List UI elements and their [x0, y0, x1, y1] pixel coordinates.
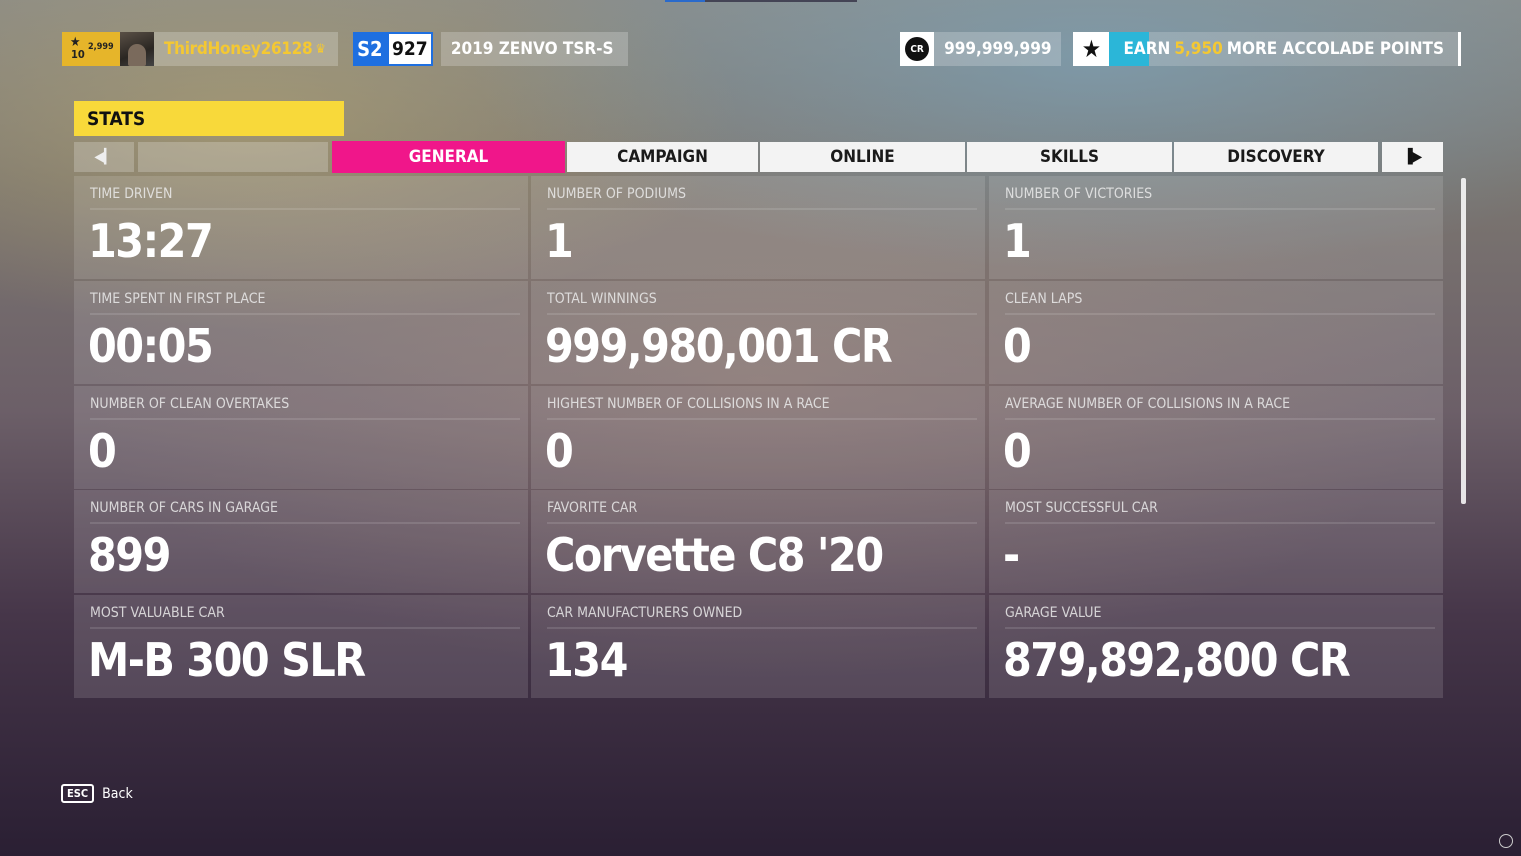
stat-most-successful-car: MOST SUCCESSFUL CAR - [989, 490, 1443, 593]
stat-garage-value: GARAGE VALUE 879,892,800 CR [989, 595, 1443, 698]
accolades-banner[interactable]: ★ EARN 5,950 MORE ACCOLADE POINTS [1073, 32, 1461, 66]
stat-highest-collisions: HIGHEST NUMBER OF COLLISIONS IN A RACE 0 [531, 386, 985, 489]
tab-online[interactable]: ONLINE [760, 142, 965, 172]
car-name: 2019 ZENVO TSR-S [440, 32, 628, 66]
esc-key-icon: ESC [61, 784, 95, 803]
stat-label: TOTAL WINNINGS [547, 291, 977, 315]
tab-prev-button[interactable]: ◀▎ [74, 142, 134, 172]
tab-next-button[interactable]: ▐▶ [1382, 142, 1443, 172]
stat-number-of-victories: NUMBER OF VICTORIES 1 [989, 176, 1443, 279]
accolades-prefix: EARN [1123, 39, 1171, 59]
rank-points: 2,999 [88, 42, 114, 52]
stat-label: CLEAN LAPS [1005, 291, 1435, 315]
avatar [120, 32, 154, 66]
rank-level: 10 [71, 48, 85, 61]
stat-most-valuable-car: MOST VALUABLE CAR M-B 300 SLR [74, 595, 528, 698]
stat-value: 0 [1003, 319, 1032, 373]
stat-label: HIGHEST NUMBER OF COLLISIONS IN A RACE [547, 396, 977, 420]
scrollbar[interactable] [1461, 178, 1466, 504]
tab-discovery[interactable]: DISCOVERY [1174, 142, 1378, 172]
stat-label: MOST SUCCESSFUL CAR [1005, 500, 1435, 524]
stat-cars-in-garage: NUMBER OF CARS IN GARAGE 899 [74, 490, 528, 593]
stat-label: NUMBER OF CARS IN GARAGE [90, 500, 520, 524]
currency-bar: CR 999,999,999 ★ EARN 5,950 MORE ACCOLAD… [900, 32, 1461, 66]
profile-bar: ★ 10 2,999 ThirdHoney26128 ♛ S2 927 2019… [62, 32, 628, 66]
chevron-right-icon: ▐▶ [1402, 149, 1423, 165]
performance-index: S2 927 [352, 32, 433, 66]
accolades-text: EARN 5,950 MORE ACCOLADE POINTS [1109, 32, 1461, 66]
stat-value: 879,892,800 CR [1003, 633, 1351, 687]
stat-label: FAVORITE CAR [547, 500, 977, 524]
stat-manufacturers-owned: CAR MANUFACTURERS OWNED 134 [531, 595, 985, 698]
stat-clean-laps: CLEAN LAPS 0 [989, 281, 1443, 384]
stat-label: NUMBER OF CLEAN OVERTAKES [90, 396, 520, 420]
crown-icon: ♛ [315, 41, 326, 57]
status-icon [1499, 834, 1513, 848]
stat-label: TIME DRIVEN [90, 186, 520, 210]
stat-value: 00:05 [88, 319, 214, 373]
tab-placeholder [138, 142, 328, 172]
stat-value: Corvette C8 '20 [545, 528, 884, 582]
chevron-left-icon: ◀▎ [94, 149, 114, 165]
page-title: STATS [74, 101, 344, 136]
stat-number-of-podiums: NUMBER OF PODIUMS 1 [531, 176, 985, 279]
tab-general[interactable]: GENERAL [332, 141, 565, 173]
stat-value: 1 [545, 214, 574, 268]
stat-time-driven: TIME DRIVEN 13:27 [74, 176, 528, 279]
stat-label: TIME SPENT IN FIRST PLACE [90, 291, 520, 315]
car-pi-value: 927 [386, 32, 433, 66]
stat-value: 999,980,001 CR [545, 319, 893, 373]
tab-campaign[interactable]: CAMPAIGN [567, 142, 758, 172]
stat-total-winnings: TOTAL WINNINGS 999,980,001 CR [531, 281, 985, 384]
tab-bar: ◀▎ GENERAL CAMPAIGN ONLINE SKILLS DISCOV… [74, 141, 1443, 173]
gamertag-box: ThirdHoney26128 ♛ [154, 32, 338, 66]
stat-label: NUMBER OF VICTORIES [1005, 186, 1435, 210]
accolade-star-icon: ★ [1073, 32, 1110, 66]
stat-clean-overtakes: NUMBER OF CLEAN OVERTAKES 0 [74, 386, 528, 489]
stat-value: 134 [545, 633, 628, 687]
stat-label: AVERAGE NUMBER OF COLLISIONS IN A RACE [1005, 396, 1435, 420]
back-label: Back [102, 785, 133, 802]
rank-badge: ★ 10 2,999 [62, 32, 120, 66]
stat-average-collisions: AVERAGE NUMBER OF COLLISIONS IN A RACE 0 [989, 386, 1443, 489]
stat-value: M-B 300 SLR [88, 633, 366, 687]
back-button[interactable]: ESC Back [61, 784, 133, 803]
car-class-badge: S2 [352, 32, 387, 66]
stat-value: - [1003, 528, 1020, 582]
stat-label: NUMBER OF PODIUMS [547, 186, 977, 210]
stat-value: 1 [1003, 214, 1032, 268]
accolades-amount: 5,950 [1174, 39, 1223, 59]
stat-time-in-first: TIME SPENT IN FIRST PLACE 00:05 [74, 281, 528, 384]
credits-value: 999,999,999 [934, 32, 1062, 66]
stat-value: 0 [88, 424, 117, 478]
stat-value: 0 [1003, 424, 1032, 478]
accolades-suffix: MORE ACCOLADE POINTS [1226, 39, 1444, 59]
credits-icon: CR [900, 32, 935, 66]
stat-label: GARAGE VALUE [1005, 605, 1435, 629]
stat-favorite-car: FAVORITE CAR Corvette C8 '20 [531, 490, 985, 593]
gamertag: ThirdHoney26128 [164, 39, 313, 59]
tab-skills[interactable]: SKILLS [967, 142, 1172, 172]
stat-value: 13:27 [88, 214, 214, 268]
stat-label: MOST VALUABLE CAR [90, 605, 520, 629]
stat-value: 0 [545, 424, 574, 478]
stat-label: CAR MANUFACTURERS OWNED [547, 605, 977, 629]
top-progress-line [665, 0, 857, 2]
credits-display: CR 999,999,999 [900, 32, 1062, 66]
stat-value: 899 [88, 528, 171, 582]
